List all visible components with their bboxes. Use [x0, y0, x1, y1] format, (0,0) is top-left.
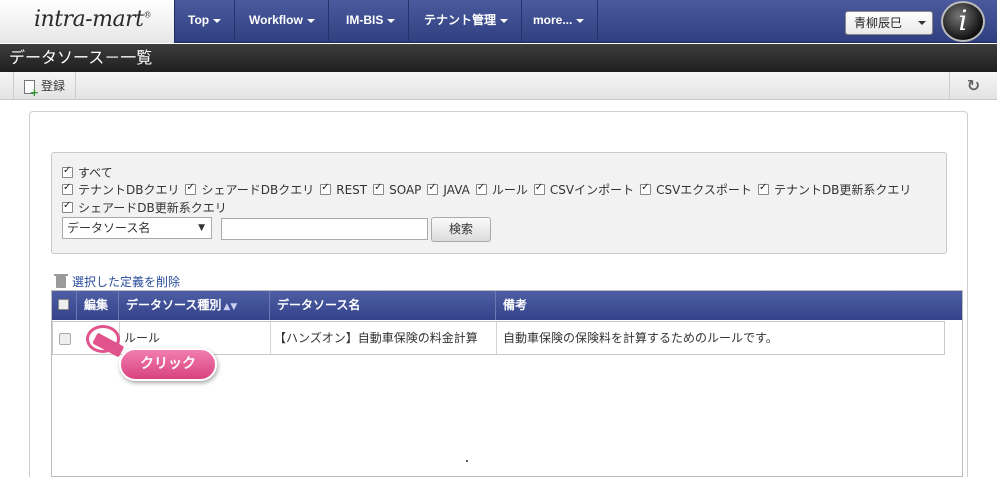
- header-note: 備考: [503, 298, 528, 312]
- cell-note: 自動車保険の保険料を計算するためのルールです。: [503, 331, 778, 345]
- checkbox[interactable]: [62, 182, 73, 195]
- filter-type-shared-db-query[interactable]: シェアードDBクエリ: [185, 181, 314, 198]
- header-edit: 編集: [77, 291, 119, 320]
- filter-type-csv-export[interactable]: CSVエクスポート: [640, 181, 752, 198]
- chevron-down-icon: [500, 18, 509, 23]
- checkbox[interactable]: [185, 182, 197, 195]
- header-name: データソース名: [270, 291, 496, 320]
- datasource-table: 編集 データソース種別 ▲▼ データソース名 備考 ルール 【ハンズオン】自動車保…: [51, 290, 963, 477]
- select-all-checkbox[interactable]: [58, 299, 69, 310]
- user-menu[interactable]: 青柳辰巳: [845, 11, 933, 35]
- filter-type-rule[interactable]: ルール: [475, 181, 528, 198]
- table-header: 編集 データソース種別 ▲▼ データソース名 備考: [52, 291, 962, 320]
- checkbox-all[interactable]: [62, 165, 73, 178]
- nav-top[interactable]: Top: [175, 0, 236, 43]
- filter-type-csv-import[interactable]: CSVインポート: [533, 181, 634, 198]
- filter-type-soap[interactable]: SOAP: [373, 182, 421, 197]
- refresh-icon: ↻: [966, 76, 981, 95]
- nav-tenant-admin[interactable]: テナント管理: [411, 0, 523, 43]
- search-field-select[interactable]: データソース名 ▼: [62, 217, 212, 239]
- nav-im-bis[interactable]: IM-BIS: [333, 0, 410, 43]
- search-filter: すべて テナントDBクエリシェアードDBクエリ REST SOAP JAVA ルール CS…: [51, 152, 947, 254]
- chevron-down-icon: [918, 21, 926, 25]
- filter-type-tenant-db-query[interactable]: テナントDBクエリ: [62, 181, 179, 198]
- row-checkbox[interactable]: [59, 333, 71, 345]
- chevron-down-icon: [306, 18, 315, 23]
- click-callout: クリック: [119, 348, 217, 381]
- toolbar: 登録 ↻: [0, 72, 997, 100]
- sort-icon[interactable]: ▲▼: [223, 302, 237, 312]
- filter-type-tenant-db-update[interactable]: テナントDB更新系クエリ: [757, 181, 911, 198]
- search-input[interactable]: [221, 218, 428, 240]
- checkbox[interactable]: [533, 182, 545, 195]
- refresh-button[interactable]: ↻: [949, 72, 997, 100]
- nav-more[interactable]: more...: [520, 0, 599, 43]
- search-button[interactable]: 検索: [431, 217, 491, 242]
- checkbox[interactable]: [62, 200, 73, 213]
- chevron-down-icon: [576, 18, 585, 23]
- intra-mart-logo[interactable]: intra-mart®: [34, 7, 151, 32]
- checkbox[interactable]: [757, 182, 769, 195]
- new-document-icon: [24, 79, 39, 98]
- page-title: データソース－一覧: [0, 44, 997, 72]
- chevron-down-icon: [387, 18, 396, 23]
- user-avatar[interactable]: i: [941, 1, 985, 42]
- checkbox[interactable]: [373, 182, 385, 195]
- checkbox[interactable]: [475, 182, 487, 195]
- delete-selected-link[interactable]: 選択した定義を削除: [54, 273, 180, 290]
- checkbox[interactable]: [640, 182, 652, 195]
- filter-type-shared-db-update[interactable]: シェアードDB更新系クエリ: [62, 199, 227, 216]
- filter-type-java[interactable]: JAVA: [427, 182, 470, 197]
- filter-types-row1: テナントDBクエリシェアードDBクエリ REST SOAP JAVA ルール CSVインポ…: [62, 181, 917, 198]
- logo-area[interactable]: intra-mart®: [0, 0, 175, 43]
- dropdown-arrow-icon: ▼: [198, 223, 205, 233]
- nav-workflow[interactable]: Workflow: [236, 0, 329, 43]
- checkbox[interactable]: [320, 182, 332, 195]
- global-nav: intra-mart® Top Workflow IM-BIS テナント管理 m…: [0, 0, 997, 43]
- filter-type-rest[interactable]: REST: [320, 182, 367, 197]
- header-type[interactable]: データソース種別 ▲▼: [119, 291, 270, 320]
- loading-dot: [466, 460, 468, 462]
- chevron-down-icon: [213, 18, 222, 23]
- register-button[interactable]: 登録: [13, 72, 77, 100]
- cell-name: 【ハンズオン】自動車保険の料金計算: [271, 322, 497, 354]
- checkbox[interactable]: [427, 182, 439, 195]
- select-all-header[interactable]: [52, 291, 77, 320]
- trash-icon: [54, 274, 68, 288]
- filter-all[interactable]: すべて: [62, 164, 113, 181]
